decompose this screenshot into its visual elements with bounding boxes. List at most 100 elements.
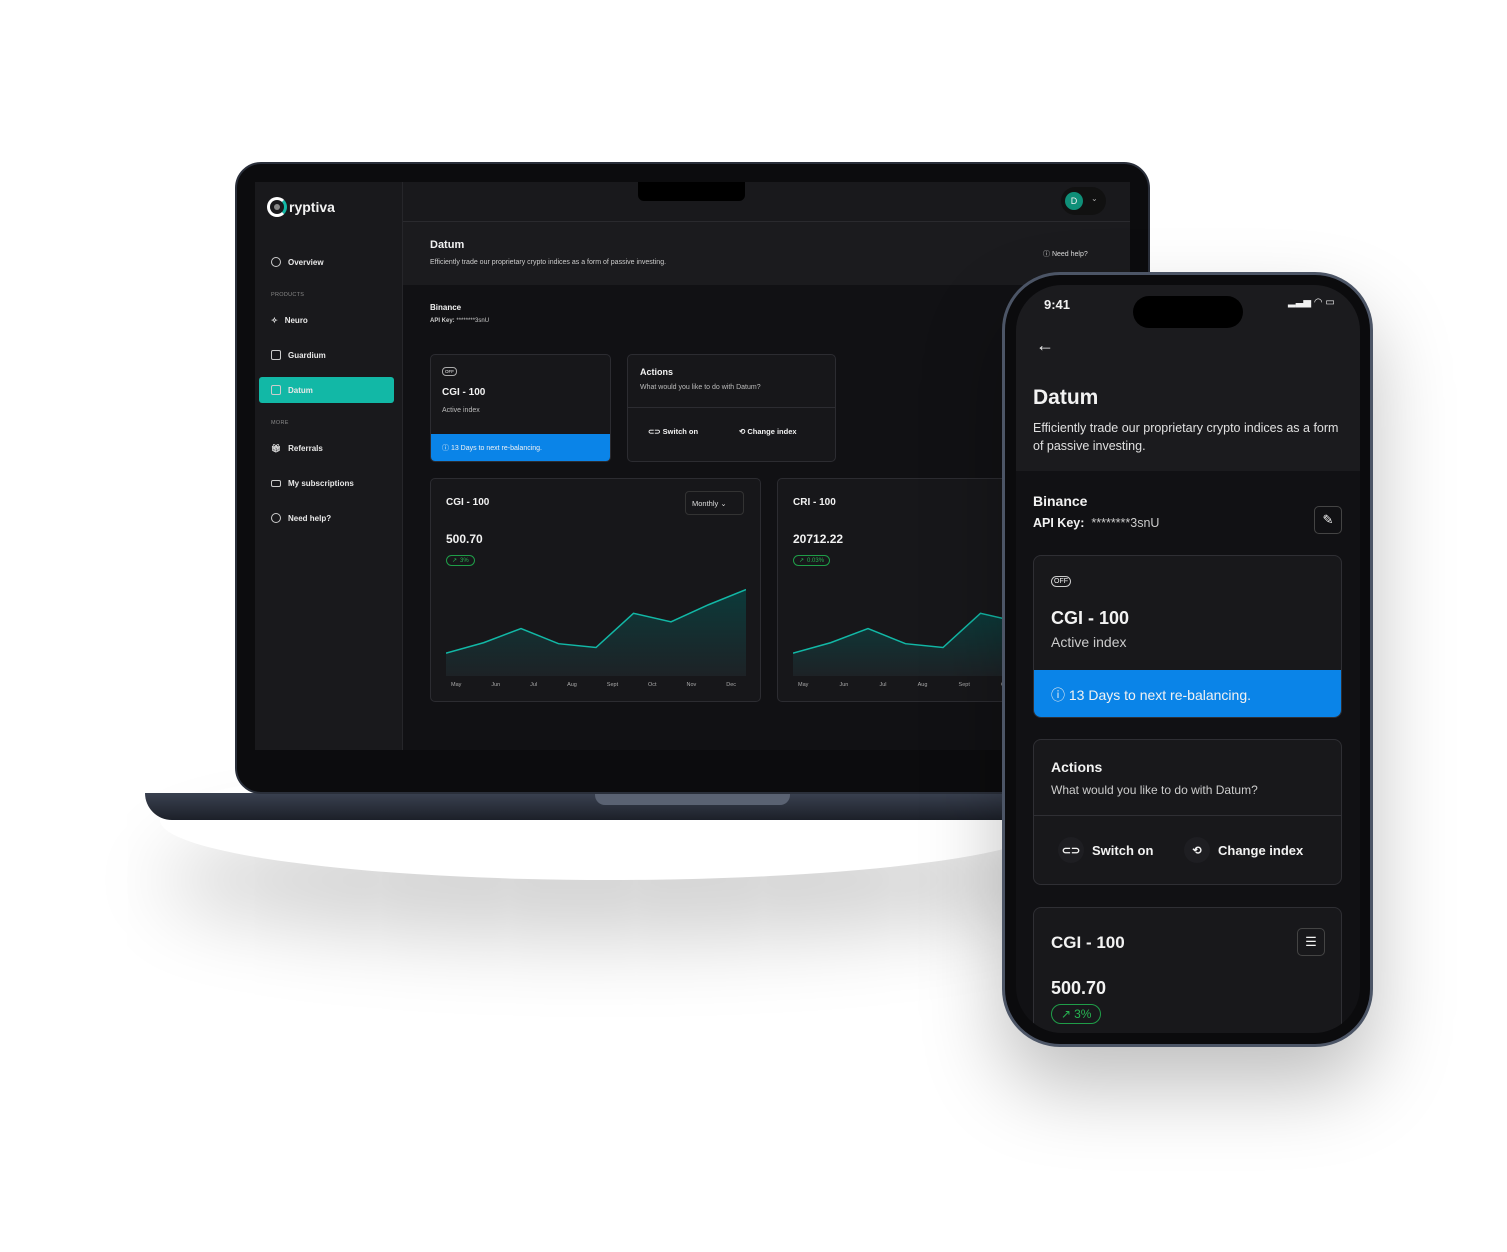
month-tick: Aug — [917, 682, 928, 688]
exchange-name: Binance — [1033, 493, 1088, 509]
actions-subtitle: What would you like to do with Datum? — [640, 384, 761, 391]
products-heading: PRODUCTS — [271, 292, 305, 298]
toggle-icon: ⊂⊃ — [648, 427, 663, 436]
period-label: Monthly — [692, 499, 719, 508]
sidebar-item-subscriptions[interactable]: My subscriptions — [259, 470, 394, 496]
page-header: Datum Efficiently trade our proprietary … — [403, 222, 1130, 285]
api-key-label: API Key: — [430, 318, 455, 324]
laptop-hinge — [595, 793, 790, 805]
month-axis: MayJunJulAugSeptOc — [798, 682, 1008, 688]
actions-card: Actions What would you like to do with D… — [1033, 739, 1342, 885]
change-badge: ↗ 3% — [1051, 1004, 1102, 1024]
change-value: 3% — [460, 557, 469, 564]
change-value: 0.03% — [807, 557, 825, 564]
toggle-icon: ⊂⊃ — [1058, 837, 1084, 863]
index-card: OFF CGI - 100 Active index ⓘ 13 Days to … — [430, 354, 611, 462]
filter-button[interactable]: ☰ — [1297, 928, 1325, 956]
index-status: Active index — [442, 407, 480, 414]
laptop-screen: ryptiva Overview PRODUCTS ✧ Neuro Guardiu… — [255, 182, 1130, 750]
database-icon — [271, 385, 281, 395]
phone-chart-card: CGI - 100 ☰ 500.70 ↗ 3% — [1033, 907, 1342, 1033]
page-title: Datum — [1033, 386, 1099, 409]
area-chart — [446, 588, 746, 676]
help-label: Need help? — [1051, 251, 1088, 258]
sidebar-item-guardium[interactable]: Guardium — [259, 342, 394, 368]
button-label: Change index — [1218, 842, 1304, 858]
gift-icon: 🎁︎ — [271, 443, 282, 453]
page-title: Datum — [430, 239, 465, 251]
chart-title: CRI - 100 — [793, 497, 836, 508]
change-index-button[interactable]: ⟲ Change index — [1184, 837, 1303, 863]
dynamic-island — [1133, 296, 1243, 328]
logo-icon — [267, 197, 287, 217]
edit-button[interactable]: ✎ — [1314, 506, 1342, 534]
help-icon — [271, 513, 281, 523]
status-time: 9:41 — [1044, 297, 1071, 312]
page-subtitle: Efficiently trade our proprietary crypto… — [1033, 421, 1339, 453]
help-link[interactable]: ⓘ Need help? — [1043, 249, 1088, 259]
signal-icon: ▂▃▅ — [1288, 297, 1312, 308]
switch-on-button[interactable]: ⊂⊃ Switch on — [1058, 837, 1153, 863]
change-index-button[interactable]: ⟲ Change index — [739, 427, 797, 436]
switch-on-button[interactable]: ⊂⊃ Switch on — [648, 427, 698, 436]
sidebar-item-overview[interactable]: Overview — [259, 249, 394, 275]
chart-value: 500.70 — [1051, 978, 1107, 998]
chevron-down-icon: ⌄ — [720, 499, 727, 508]
index-status: Active index — [1051, 634, 1127, 650]
rebalance-notice: ⓘ 13 Days to next re-balancing. — [431, 434, 610, 461]
user-menu[interactable]: D ⌄ — [1061, 187, 1106, 215]
arrow-up-right-icon: ↗ — [1061, 1007, 1072, 1021]
month-axis: May Jun Jul Aug Sept Oct Nov Dec — [451, 682, 736, 688]
sparkle-icon: ✧ — [271, 315, 278, 325]
info-icon: ⓘ — [442, 445, 451, 452]
nav-label: Need help? — [288, 513, 332, 523]
logo-text: ryptiva — [289, 199, 335, 215]
api-key: API Key: ********3snU — [430, 318, 489, 324]
camera-notch — [638, 182, 745, 201]
month-tick: May — [451, 682, 462, 688]
area-fill — [446, 589, 746, 676]
api-key: API Key: ********3snU — [1033, 516, 1159, 530]
area-fill — [793, 613, 1018, 676]
index-name: CGI - 100 — [442, 387, 486, 398]
off-icon: OFF — [442, 367, 457, 376]
sidebar-item-datum[interactable]: Datum — [259, 377, 394, 403]
sidebar-item-neuro[interactable]: ✧ Neuro — [259, 307, 394, 333]
actions-title: Actions — [640, 367, 674, 377]
chart-card-cgi: CGI - 100 Monthly ⌄ 500.70 ↗ 3% May Jun Jul… — [430, 478, 761, 702]
chart-title: CGI - 100 — [446, 497, 490, 508]
month-tick: Jul — [879, 682, 887, 688]
notice-text: 13 Days to next re-balancing. — [1068, 687, 1251, 703]
month-tick: Sept — [606, 682, 619, 688]
index-card: OFF CGI - 100 Active index ⓘ 13 Days to … — [1033, 555, 1342, 718]
button-label: Switch on — [662, 427, 699, 436]
nav-label: Referrals — [288, 443, 323, 453]
back-arrow-icon[interactable]: ← — [1036, 335, 1054, 356]
filter-icon: ☰ — [1305, 934, 1317, 949]
status-icons: ▂▃▅ ◠ ▭ — [1288, 297, 1335, 308]
sidebar-item-help[interactable]: Need help? — [259, 505, 394, 531]
sidebar-item-referrals[interactable]: 🎁︎ Referrals — [259, 435, 394, 461]
month-tick: Oct — [648, 682, 657, 688]
period-dropdown[interactable]: Monthly ⌄ — [685, 491, 744, 515]
swap-icon: ⟲ — [1184, 837, 1210, 863]
avatar: D — [1065, 192, 1083, 210]
month-tick: Aug — [567, 682, 577, 688]
more-heading: MORE — [271, 420, 289, 426]
change-badge: ↗ 3% — [446, 549, 475, 567]
nav-label: My subscriptions — [288, 478, 354, 488]
api-key-label: API Key: — [1033, 516, 1085, 530]
change-badge: ↗ 0.03% — [793, 549, 831, 567]
help-icon: ⓘ — [1043, 251, 1052, 258]
change-value: 3% — [1074, 1007, 1092, 1021]
logo: ryptiva — [267, 197, 335, 217]
sidebar: ryptiva Overview PRODUCTS ✧ Neuro Guardiu… — [255, 182, 403, 750]
month-tick: Sept — [958, 682, 970, 688]
nav-label: Guardium — [288, 350, 326, 360]
actions-card: Actions What would you like to do with D… — [627, 354, 836, 462]
month-tick: Jun — [839, 682, 849, 688]
top-bar: D ⌄ — [403, 182, 1130, 222]
pencil-icon: ✎ — [1322, 512, 1334, 527]
chart-title: CGI - 100 — [1051, 933, 1125, 952]
battery-icon: ▭ — [1325, 297, 1335, 308]
